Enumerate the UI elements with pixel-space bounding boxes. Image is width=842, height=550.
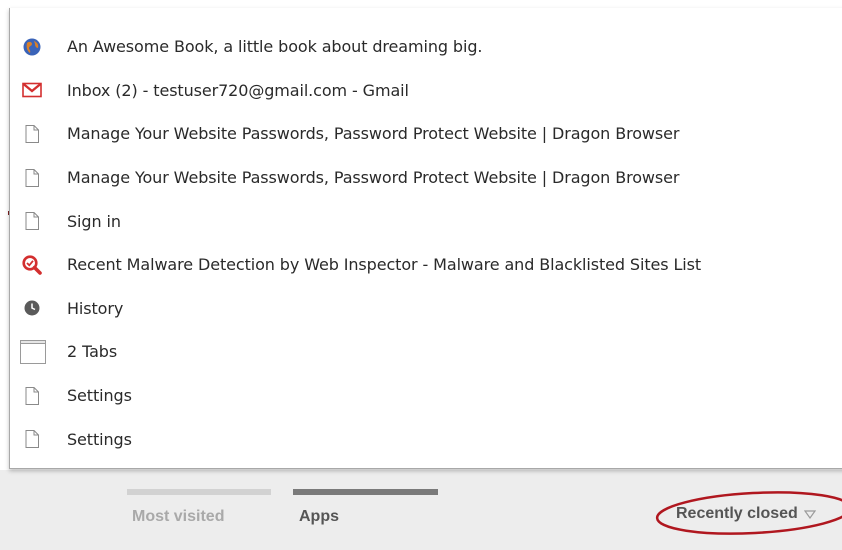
menu-item-label: Inbox (2) - testuser720@gmail.com - Gmai… — [67, 80, 409, 100]
menu-item-label: Manage Your Website Passwords, Password … — [67, 168, 680, 188]
menu-item-label: Recent Malware Detection by Web Inspecto… — [67, 255, 702, 275]
menu-item-history[interactable]: History — [10, 287, 842, 331]
menu-item-label: Sign in — [67, 211, 121, 231]
recently-closed-button[interactable]: Recently closed — [676, 500, 816, 528]
new-tab-page: Most visited Apps Recently closed An Awe… — [0, 0, 842, 550]
menu-item-settings-1[interactable]: Settings — [10, 374, 842, 418]
page-icon — [22, 386, 42, 406]
web-inspector-icon — [22, 255, 42, 275]
menu-item-sign-in[interactable]: Sign in — [10, 199, 842, 243]
menu-item-2-tabs[interactable]: 2 Tabs — [10, 330, 842, 374]
clock-icon — [22, 298, 42, 318]
menu-item-gmail-inbox[interactable]: Inbox (2) - testuser720@gmail.com - Gmai… — [10, 69, 842, 113]
menu-item-manage-passwords-2[interactable]: Manage Your Website Passwords, Password … — [10, 156, 842, 200]
menu-item-label: History — [67, 298, 124, 318]
menu-item-web-inspector[interactable]: Recent Malware Detection by Web Inspecto… — [10, 243, 842, 287]
most-visited-tab-indicator[interactable] — [127, 489, 271, 495]
globe-icon — [22, 37, 42, 57]
recently-closed-list: An Awesome Book, a little book about dre… — [10, 25, 842, 461]
gmail-icon — [22, 80, 42, 100]
menu-item-settings-2[interactable]: Settings — [10, 417, 842, 461]
tab-apps[interactable]: Apps — [299, 508, 339, 526]
page-icon — [22, 168, 42, 188]
menu-item-label: An Awesome Book, a little book about dre… — [67, 37, 483, 57]
recently-closed-menu: An Awesome Book, a little book about dre… — [9, 8, 842, 469]
menu-item-label: Manage Your Website Passwords, Password … — [67, 124, 680, 144]
menu-item-manage-passwords-1[interactable]: Manage Your Website Passwords, Password … — [10, 112, 842, 156]
page-icon — [22, 124, 42, 144]
chevron-down-icon — [803, 509, 816, 519]
page-icon — [22, 429, 42, 449]
menu-item-label: Settings — [67, 386, 132, 406]
menu-item-label: 2 Tabs — [67, 342, 118, 362]
recently-closed-label: Recently closed — [676, 505, 798, 522]
page-icon — [22, 211, 42, 231]
apps-tab-indicator[interactable] — [293, 489, 438, 495]
window-icon — [19, 339, 47, 364]
menu-item-awesome-book[interactable]: An Awesome Book, a little book about dre… — [10, 25, 842, 69]
menu-item-label: Settings — [67, 429, 132, 449]
tab-most-visited[interactable]: Most visited — [132, 508, 224, 526]
